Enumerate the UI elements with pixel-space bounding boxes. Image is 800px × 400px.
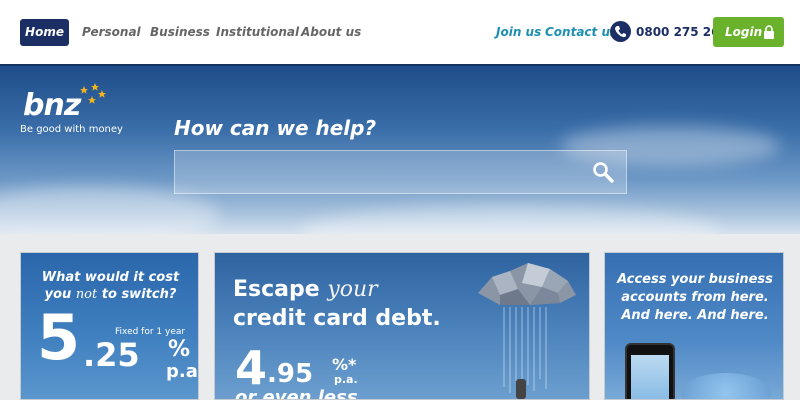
lock-icon bbox=[764, 25, 774, 39]
question-you: you bbox=[44, 287, 76, 302]
rate-decimal: .95 bbox=[267, 359, 314, 389]
business-text-line3: And here. And here. bbox=[621, 308, 769, 323]
switch-rate-promo-card[interactable]: What would it cost you not to switch? 5 … bbox=[20, 252, 199, 400]
stars-icon bbox=[80, 83, 106, 104]
search-input[interactable] bbox=[175, 151, 575, 193]
per-annum-label: p.a. bbox=[166, 361, 198, 382]
business-access-text: Access your business accounts from here.… bbox=[605, 271, 783, 325]
or-even-less-text: or even less bbox=[235, 387, 358, 400]
business-text-line2: accounts from here. bbox=[621, 290, 769, 305]
hero-banner: bnz Be good with money How can we help? bbox=[0, 64, 800, 234]
question-line1: What would it cost bbox=[41, 270, 180, 285]
fixed-term-label: Fixed for 1 year bbox=[115, 327, 186, 337]
top-navigation: Home Personal Business Institutional Abo… bbox=[0, 0, 800, 64]
switch-question: What would it cost you not to switch? bbox=[21, 269, 198, 303]
nav-home-tab[interactable]: Home bbox=[20, 19, 69, 46]
per-annum-label: p.a. bbox=[334, 373, 358, 386]
percent-sign: % bbox=[168, 337, 191, 362]
login-label: Login bbox=[725, 25, 763, 39]
rate-integer: 5 bbox=[37, 301, 81, 374]
cloud-decoration bbox=[300, 206, 720, 234]
business-banking-promo-card[interactable]: Access your business accounts from here.… bbox=[604, 252, 784, 400]
bnz-logo[interactable]: bnz Be good with money bbox=[20, 83, 123, 138]
nav-personal-tab[interactable]: Personal bbox=[82, 19, 141, 46]
device-glow-image bbox=[681, 373, 771, 399]
smartphone-screen bbox=[631, 355, 669, 399]
search-box bbox=[174, 150, 627, 194]
search-icon[interactable] bbox=[592, 161, 614, 183]
nav-about-tab[interactable]: About us bbox=[301, 19, 361, 46]
help-heading: How can we help? bbox=[174, 116, 377, 140]
question-post: to switch? bbox=[97, 287, 177, 302]
title-line2: credit card debt. bbox=[233, 306, 441, 331]
title-escape: Escape bbox=[233, 277, 328, 302]
join-us-link[interactable]: Join us bbox=[496, 19, 541, 46]
logo-tagline: Be good with money bbox=[20, 124, 123, 135]
nav-business-tab[interactable]: Business bbox=[150, 19, 210, 46]
nav-institutional-tab[interactable]: Institutional bbox=[216, 19, 299, 46]
login-button[interactable]: Login bbox=[713, 17, 784, 47]
smartphone-image bbox=[625, 343, 675, 399]
raincloud-illustration bbox=[478, 263, 576, 399]
rate-decimal: .25 bbox=[83, 336, 140, 374]
title-your: your bbox=[327, 277, 378, 302]
logo-wordmark: bnz bbox=[23, 88, 81, 123]
question-not: not bbox=[75, 287, 98, 302]
contact-us-link[interactable]: Contact us bbox=[545, 19, 617, 46]
phone-icon bbox=[610, 21, 631, 42]
business-text-line1: Access your business bbox=[617, 272, 773, 287]
credit-card-promo-card[interactable]: Escape your credit card debt. 4 .95 %* p… bbox=[214, 252, 590, 400]
percent-sign: %* bbox=[332, 355, 357, 374]
rate-integer: 4 bbox=[235, 341, 268, 395]
credit-card-promo-title: Escape your credit card debt. bbox=[233, 275, 441, 333]
